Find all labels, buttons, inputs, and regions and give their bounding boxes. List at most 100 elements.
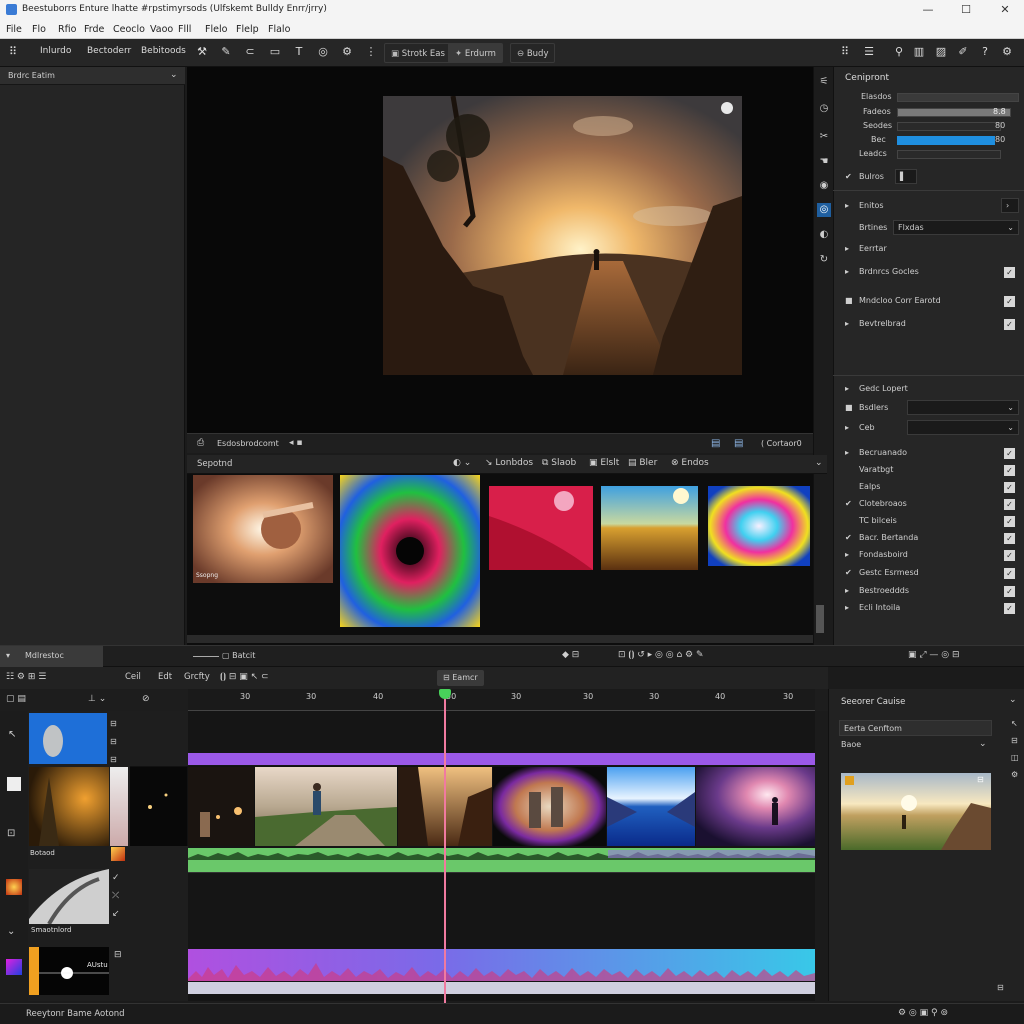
track-controls[interactable]: ⊟ ⊟ ⊟ — [110, 715, 117, 769]
viewer-mode-label[interactable]: ( Cortaor0 — [761, 439, 802, 448]
track-toggle-icons[interactable]: ▢ ▤ — [6, 694, 26, 704]
purple-clip[interactable] — [188, 753, 815, 765]
checkbox[interactable]: ✓ — [1004, 568, 1015, 579]
checkbox[interactable]: ✓ — [1004, 499, 1015, 510]
slider-track-active[interactable] — [897, 136, 995, 145]
slider-value[interactable]: 80 — [995, 135, 1005, 144]
video-clip[interactable] — [696, 767, 815, 846]
value-box[interactable]: ▌ — [895, 169, 917, 184]
status-icons[interactable]: ⚙ ◎ ▣ ⚲ ⊚ — [898, 1008, 948, 1018]
media-thumbnail[interactable]: Ssopng — [193, 475, 333, 583]
tool-item[interactable]: Ceil — [125, 672, 141, 682]
search-icon[interactable]: ⚲ — [892, 45, 906, 59]
menu-item[interactable]: Flo — [32, 24, 46, 35]
menu-item[interactable]: Rfio — [58, 24, 76, 35]
settings-icon[interactable]: ⚙ — [1000, 45, 1014, 59]
menu-item[interactable]: Ceoclo — [113, 24, 145, 35]
back-icon[interactable]: ↖ — [8, 729, 16, 740]
expand-icon[interactable]: ⌄ — [7, 926, 15, 937]
expand-button[interactable]: › — [1001, 198, 1019, 213]
video-clip[interactable] — [255, 767, 397, 846]
help-icon[interactable]: ? — [978, 45, 992, 59]
track-thumbnail[interactable] — [29, 713, 107, 764]
filter-icon[interactable]: ◐ ⌄ — [453, 458, 471, 468]
audio-clip-green[interactable] — [188, 848, 815, 872]
section-enitos[interactable]: ▸ Enitos › — [833, 197, 1024, 215]
hand-icon[interactable]: ☚ — [817, 155, 831, 169]
list-icon[interactable]: ☰ — [862, 45, 876, 59]
horizontal-scrollbar[interactable] — [187, 635, 813, 643]
toolbar-item[interactable]: Inlurdo — [40, 46, 71, 56]
checkbox[interactable]: ✓ — [1004, 296, 1015, 307]
scissors-icon[interactable]: ✂ — [817, 130, 831, 144]
checkbox[interactable]: ✓ — [1004, 586, 1015, 597]
toolbar-icons[interactable]: ☷ ⚙ ⊞ ☰ — [6, 672, 46, 682]
lock-icon[interactable]: ⊡ — [7, 828, 15, 839]
media-thumbnail[interactable] — [489, 486, 593, 570]
menu-item[interactable]: Flalo — [268, 24, 290, 35]
chevron-down-icon[interactable]: ⌄ — [815, 458, 823, 468]
track-thumbnail[interactable] — [110, 767, 128, 846]
corner-icon[interactable]: ⊟ — [997, 983, 1004, 992]
tool-item[interactable]: Edt — [158, 672, 172, 682]
adjust-icon[interactable]: ⋮ — [364, 45, 378, 59]
slider-track[interactable] — [897, 150, 1001, 159]
split-view-icon[interactable]: ▤ — [711, 438, 720, 449]
audio-clip-cyan[interactable] — [188, 949, 815, 981]
tab-workspace-1[interactable]: ▣ Strotk Eas — [384, 43, 452, 63]
browser-panel-header[interactable]: Brdrc Eatim ⌄ — [0, 67, 185, 85]
tab-timeline[interactable]: ⊟ Eamcr — [437, 670, 484, 686]
window-controls[interactable]: ▣ ⤢ — ◎ ⊟ — [908, 650, 960, 660]
checkbox[interactable]: ✓ — [1004, 448, 1015, 459]
toolbar-item[interactable]: Bectoderr — [87, 46, 131, 56]
checkbox[interactable]: ✓ — [1004, 516, 1015, 527]
mask-icon[interactable]: ◐ — [817, 228, 831, 242]
grid-view-icon[interactable]: ▤ — [734, 438, 743, 449]
track-thumbnail[interactable] — [29, 869, 109, 924]
name-field[interactable]: Eerta Cenftom — [839, 720, 992, 736]
slider-track[interactable] — [897, 93, 1019, 102]
checkbox[interactable]: ✓ — [1004, 465, 1015, 476]
chevron-down-icon[interactable]: ⌄ — [979, 739, 987, 749]
maximize-button[interactable]: ☐ — [958, 2, 974, 18]
menu-item[interactable]: Vaoo — [150, 24, 173, 35]
render-icon[interactable]: ⎙ — [197, 438, 204, 448]
menu-item[interactable]: Flll — [178, 24, 191, 35]
timeline-tab[interactable]: ▾ Mdlrestoc — [0, 646, 103, 667]
menu-item[interactable]: Frde — [84, 24, 104, 35]
media-button[interactable]: ⊗ Endos — [671, 458, 709, 468]
wand-icon[interactable]: ⚒ — [195, 45, 209, 59]
audio-clip-base[interactable] — [188, 982, 815, 994]
dropdown-select[interactable]: Flxdas ⌄ — [893, 220, 1019, 235]
video-clip[interactable] — [188, 767, 254, 846]
track-thumbnail[interactable] — [111, 847, 125, 861]
side-icons[interactable]: ↖ ⊟ ◫ ⚙ — [1011, 715, 1019, 783]
slider-value[interactable]: 8.8 — [993, 107, 1006, 116]
video-clip[interactable] — [130, 767, 187, 846]
checkbox[interactable]: ✓ — [1004, 603, 1015, 614]
transport-controls[interactable]: ⊡ ⦗⦘ ↺ ▸ ◎ ◎ ⌂ ⚙ ✎ — [618, 650, 704, 660]
target-icon[interactable]: ◎ — [316, 45, 330, 59]
timeline-button[interactable]: ▢ Batcit — [222, 651, 255, 660]
track-color-swatch[interactable] — [7, 777, 21, 791]
effect-swatch[interactable] — [6, 879, 22, 895]
layout-icon[interactable]: ⠿ — [838, 45, 852, 59]
media-thumbnail[interactable] — [708, 486, 810, 566]
color-wheel-icon[interactable]: ◎ — [817, 203, 831, 217]
image-icon[interactable]: ▨ — [934, 45, 948, 59]
video-clip[interactable] — [493, 767, 606, 846]
track-options-icons[interactable]: ⊥ ⌄ — [88, 694, 106, 704]
track-controls[interactable]: ⊟ — [114, 950, 122, 960]
menu-item[interactable]: File — [6, 24, 22, 35]
edit-tool-icons[interactable]: ⦗⦘ ⊟ ▣ ↖ ⊂ — [220, 672, 269, 682]
slider-value[interactable]: 80 — [995, 121, 1005, 130]
dropdown-select[interactable]: ⌄ — [907, 420, 1019, 435]
effect-swatch[interactable] — [6, 959, 22, 975]
playhead[interactable] — [444, 689, 446, 1003]
clock-icon[interactable]: ◷ — [817, 102, 831, 116]
tool-item[interactable]: Grcfty — [184, 672, 210, 682]
media-thumbnail[interactable] — [340, 475, 480, 627]
video-clip[interactable] — [607, 767, 695, 846]
media-thumbnail[interactable] — [601, 486, 698, 570]
section-eerrtar[interactable]: ▸ Eerrtar — [833, 240, 1024, 258]
